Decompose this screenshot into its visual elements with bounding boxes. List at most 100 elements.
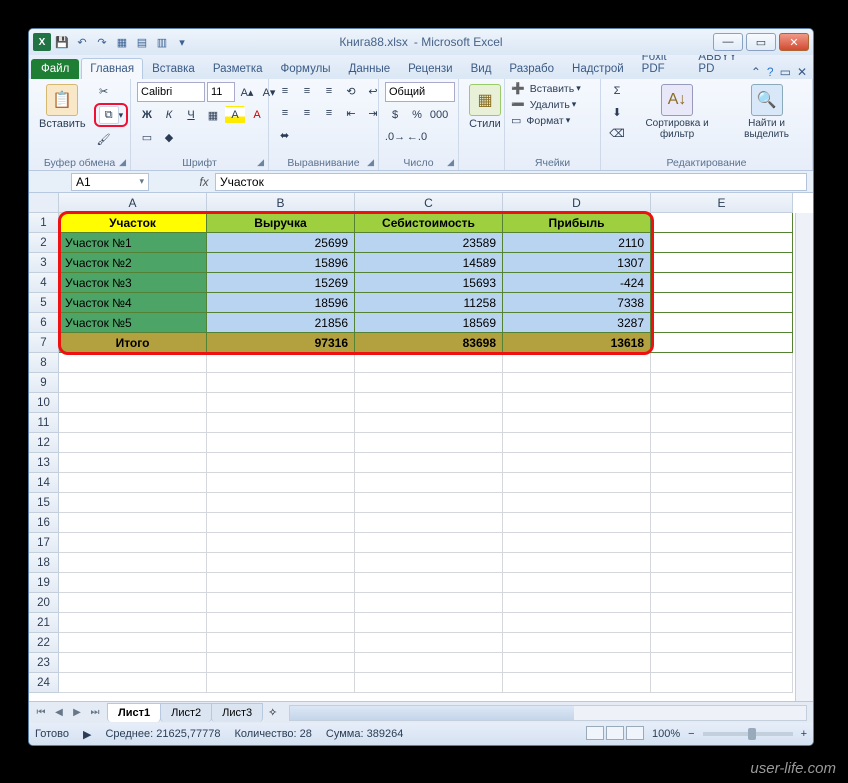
cell[interactable] <box>355 653 503 673</box>
cell[interactable]: 7338 <box>503 293 651 313</box>
cell[interactable] <box>355 533 503 553</box>
cell[interactable] <box>503 653 651 673</box>
launcher-icon[interactable]: ◢ <box>447 157 454 168</box>
launcher-icon[interactable]: ◢ <box>119 157 126 168</box>
qat-icon[interactable]: ▾ <box>173 33 191 51</box>
zoom-in-icon[interactable]: + <box>801 728 807 740</box>
cell[interactable] <box>503 533 651 553</box>
row-header[interactable]: 9 <box>29 373 59 393</box>
cell[interactable]: Участок №3 <box>59 273 207 293</box>
cell[interactable] <box>207 613 355 633</box>
cell[interactable] <box>207 453 355 473</box>
cell[interactable]: 14589 <box>355 253 503 273</box>
border-icon[interactable]: ▦ <box>203 106 223 124</box>
cell[interactable] <box>355 433 503 453</box>
cell[interactable] <box>59 673 207 693</box>
delete-label[interactable]: Удалить <box>530 99 570 111</box>
cell[interactable] <box>503 513 651 533</box>
close-button[interactable]: ✕ <box>779 33 809 51</box>
chevron-down-icon[interactable]: ▾ <box>119 110 124 121</box>
tab-developer[interactable]: Разрабо <box>500 58 563 79</box>
cell[interactable] <box>651 433 793 453</box>
cell[interactable] <box>651 373 793 393</box>
cells-area[interactable]: УчастокВыручкаСебистоимостьПрибыльУчасто… <box>59 213 795 701</box>
cell[interactable] <box>355 593 503 613</box>
view-buttons[interactable] <box>584 726 644 743</box>
cell[interactable] <box>355 453 503 473</box>
cell[interactable] <box>651 453 793 473</box>
cell[interactable] <box>503 613 651 633</box>
cell[interactable] <box>503 473 651 493</box>
cell[interactable] <box>355 553 503 573</box>
fill-icon[interactable]: ◆ <box>159 128 179 146</box>
cell[interactable] <box>207 513 355 533</box>
cell[interactable] <box>207 393 355 413</box>
col-header[interactable]: C <box>355 193 503 213</box>
cell[interactable]: -424 <box>503 273 651 293</box>
sheet-tab[interactable]: Лист3 <box>211 703 263 722</box>
cell[interactable] <box>355 353 503 373</box>
styles-button[interactable]: ▦ Стили <box>465 82 505 132</box>
worksheet[interactable]: A B C D E 123456789101112131415161718192… <box>29 193 813 701</box>
align-right-icon[interactable]: ≡ <box>319 104 339 122</box>
horizontal-scrollbar[interactable] <box>289 705 807 721</box>
cell[interactable] <box>651 313 793 333</box>
clear-icon[interactable]: ⌫ <box>607 124 627 142</box>
cell[interactable] <box>651 233 793 253</box>
row-header[interactable]: 2 <box>29 233 59 253</box>
cell[interactable] <box>59 593 207 613</box>
row-header[interactable]: 12 <box>29 433 59 453</box>
font-color-icon[interactable]: A <box>247 106 267 124</box>
fx-icon[interactable]: fx <box>193 175 215 189</box>
cell[interactable] <box>59 493 207 513</box>
row-header[interactable]: 6 <box>29 313 59 333</box>
cell[interactable] <box>651 493 793 513</box>
help-icon[interactable]: ? <box>767 65 774 79</box>
percent-icon[interactable]: % <box>407 106 427 124</box>
cell[interactable] <box>207 473 355 493</box>
last-sheet-icon[interactable]: ⏭ <box>87 707 103 718</box>
row-header[interactable]: 14 <box>29 473 59 493</box>
cell[interactable]: 21856 <box>207 313 355 333</box>
cell[interactable] <box>207 673 355 693</box>
cell[interactable] <box>59 413 207 433</box>
format-label[interactable]: Формат <box>526 115 563 127</box>
cell[interactable] <box>503 353 651 373</box>
cell[interactable] <box>651 253 793 273</box>
cell[interactable]: 18596 <box>207 293 355 313</box>
row-header[interactable]: 11 <box>29 413 59 433</box>
cell[interactable]: Итого <box>59 333 207 353</box>
tab-insert[interactable]: Вставка <box>143 58 204 79</box>
minimize-button[interactable]: — <box>713 33 743 51</box>
italic-icon[interactable]: К <box>159 106 179 124</box>
tab-review[interactable]: Рецензи <box>399 58 461 79</box>
row-header[interactable]: 21 <box>29 613 59 633</box>
cell[interactable] <box>355 673 503 693</box>
row-header[interactable]: 10 <box>29 393 59 413</box>
new-sheet-icon[interactable]: ✧ <box>262 706 283 719</box>
copy-icon[interactable]: ⧉ <box>99 106 119 124</box>
qat-icon[interactable]: ▦ <box>113 33 131 51</box>
row-header[interactable]: 23 <box>29 653 59 673</box>
cell[interactable] <box>651 393 793 413</box>
name-box[interactable]: A1 ▾ <box>71 173 149 191</box>
tab-addins[interactable]: Надстрой <box>563 58 633 79</box>
cell[interactable] <box>651 613 793 633</box>
align-left-icon[interactable]: ≡ <box>275 104 295 122</box>
col-header[interactable]: B <box>207 193 355 213</box>
cell[interactable] <box>207 373 355 393</box>
cell[interactable] <box>651 533 793 553</box>
merge-icon[interactable]: ⬌ <box>275 126 294 144</box>
launcher-icon[interactable]: ◢ <box>367 157 374 168</box>
cell[interactable] <box>503 553 651 573</box>
row-header[interactable]: 20 <box>29 593 59 613</box>
dec-decimal-icon[interactable]: ←.0 <box>407 128 427 146</box>
select-all-corner[interactable] <box>29 193 59 213</box>
cell[interactable] <box>59 433 207 453</box>
align-center-icon[interactable]: ≡ <box>297 104 317 122</box>
number-format-input[interactable] <box>385 82 455 102</box>
cell[interactable] <box>207 433 355 453</box>
row-header[interactable]: 1 <box>29 213 59 233</box>
row-header[interactable]: 7 <box>29 333 59 353</box>
row-header[interactable]: 13 <box>29 453 59 473</box>
